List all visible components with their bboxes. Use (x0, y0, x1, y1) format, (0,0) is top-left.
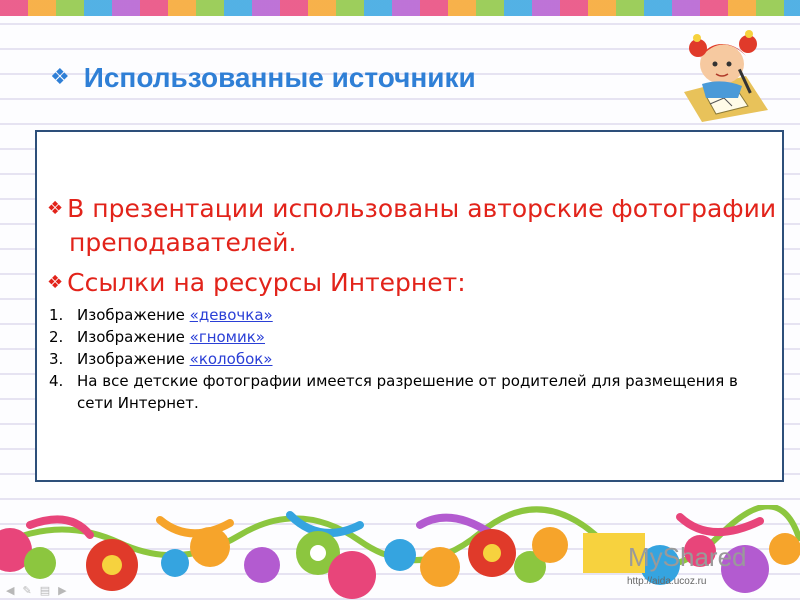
next-arrow-icon[interactable]: ▶ (58, 584, 66, 598)
footer-url[interactable]: http://aida.ucoz.ru (627, 576, 707, 587)
link-kolobok[interactable]: «колобок» (190, 350, 273, 368)
list-number: 4. (49, 372, 64, 390)
slide-title-row: ❖ Использованные источники (50, 58, 476, 98)
link-girl[interactable]: «девочка» (190, 306, 273, 324)
bullet-text: В презентации использованы авторские фот… (67, 194, 777, 223)
bullet-internet-links: ❖ Ссылки на ресурсы Интернет: (47, 268, 466, 297)
slide-title: Использованные источники (83, 62, 476, 93)
pen-icon[interactable]: ✎ (22, 584, 31, 598)
sources-list: 1. Изображение «девочка» 2. Изображение … (49, 304, 779, 414)
bullet-text: преподавателей. (69, 228, 297, 257)
drawing-girl-illustration (684, 30, 768, 122)
list-item: 2. Изображение «гномик» (49, 326, 779, 348)
sources-content-box: ❖ В презентации использованы авторские фо… (35, 130, 784, 482)
diamond-bullet-icon: ❖ (47, 272, 64, 293)
list-item: 1. Изображение «девочка» (49, 304, 779, 326)
slide-navigation-controls: ◀ ✎ ▤ ▶ (0, 584, 116, 598)
link-gnome[interactable]: «гномик» (190, 328, 265, 346)
list-text: Изображение (77, 350, 190, 368)
bullet-authors-photos-continued: преподавателей. (69, 228, 296, 257)
prev-arrow-icon[interactable]: ◀ (6, 584, 14, 598)
bullet-text: Ссылки на ресурсы Интернет: (67, 268, 466, 297)
list-text: Изображение (77, 306, 190, 324)
list-number: 3. (49, 350, 64, 368)
diamond-bullet-icon: ❖ (47, 198, 64, 219)
list-item-continued: сети Интернет. (49, 392, 779, 414)
list-number: 2. (49, 328, 64, 346)
menu-icon[interactable]: ▤ (40, 584, 50, 598)
title-bullet-icon: ❖ (50, 65, 70, 90)
list-text: Изображение (77, 328, 190, 346)
list-text: На все детские фотографии имеется разреш… (77, 372, 738, 390)
list-item: 4. На все детские фотографии имеется раз… (49, 370, 779, 392)
watermark-logo: MyShared (628, 542, 747, 572)
bullet-authors-photos: ❖ В презентации использованы авторские фо… (47, 194, 776, 223)
list-number: 1. (49, 306, 64, 324)
list-text: сети Интернет. (77, 394, 199, 412)
list-item: 3. Изображение «колобок» (49, 348, 779, 370)
